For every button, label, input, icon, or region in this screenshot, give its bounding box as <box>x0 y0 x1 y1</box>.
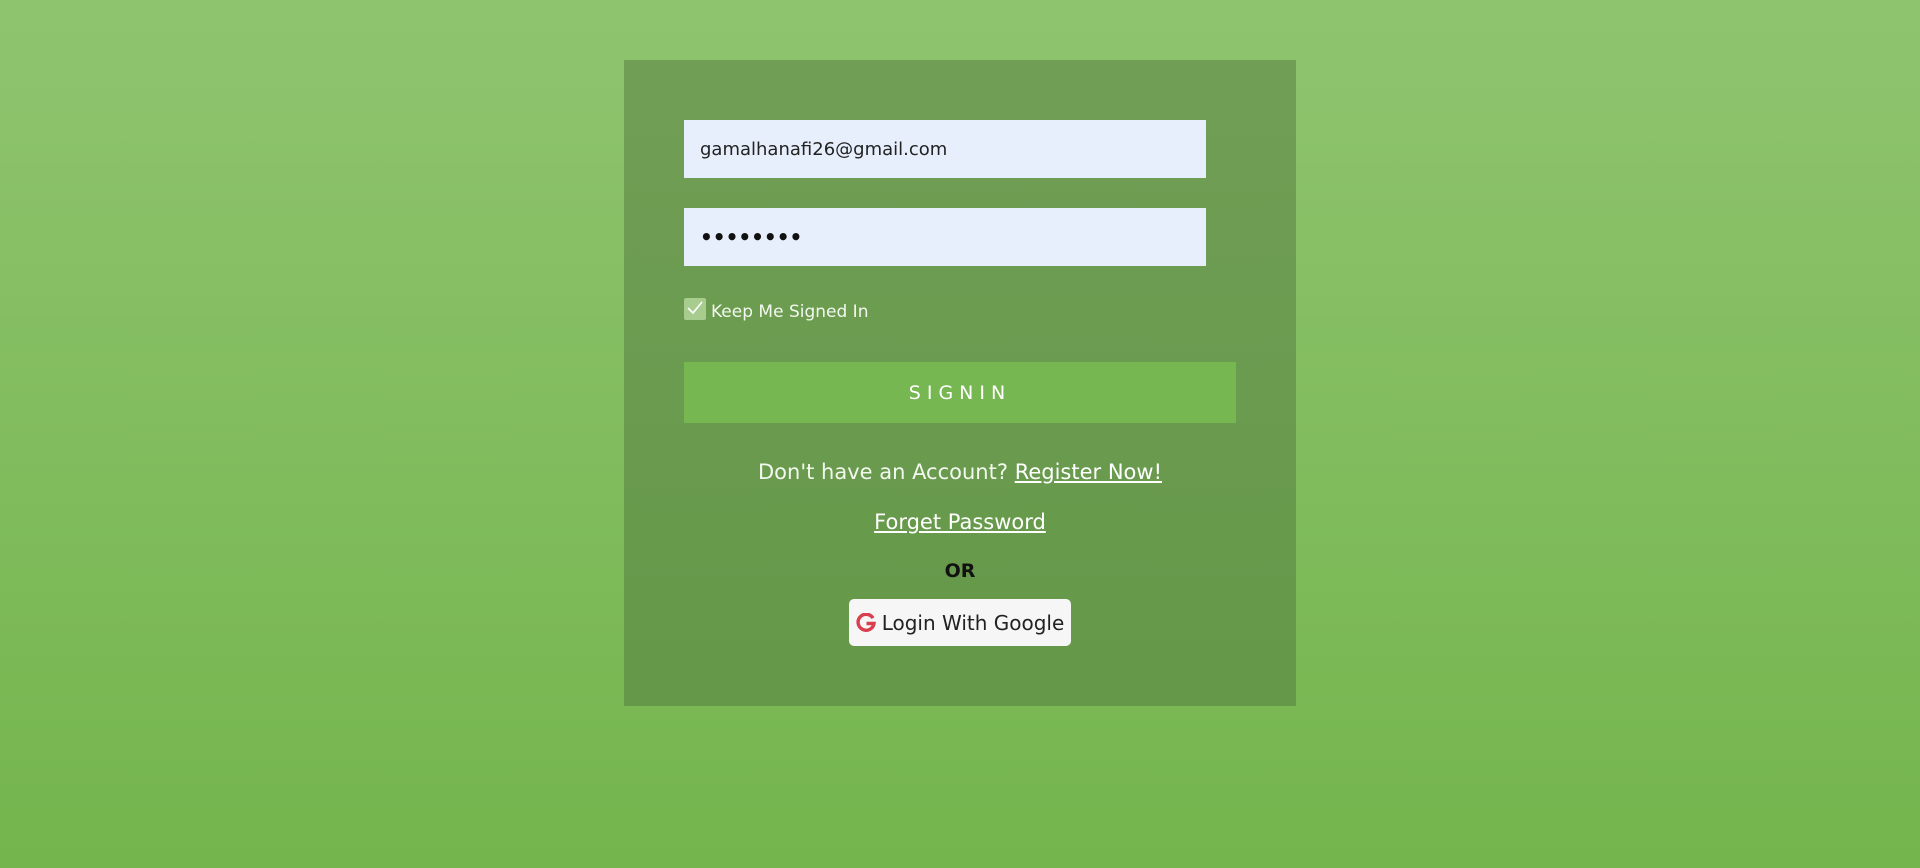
register-row: Don't have an Account? Register Now! <box>624 460 1296 484</box>
keep-signed-in-checkbox[interactable] <box>684 298 706 320</box>
signin-button[interactable]: SIGNIN <box>684 362 1236 423</box>
login-card: gamalhanafi26@gmail.com •••••••• Keep Me… <box>624 60 1296 706</box>
forgot-row: Forget Password <box>624 510 1296 534</box>
google-login-button[interactable]: Login With Google <box>849 599 1071 646</box>
checkmark-icon <box>687 301 703 315</box>
register-link[interactable]: Register Now! <box>1015 460 1162 484</box>
email-value: gamalhanafi26@gmail.com <box>700 138 948 160</box>
keep-signed-in-row: Keep Me Signed In <box>684 296 868 322</box>
no-account-text: Don't have an Account? <box>758 460 1009 484</box>
signin-button-label: SIGNIN <box>908 381 1012 404</box>
or-text: OR <box>944 560 976 582</box>
keep-signed-in-label: Keep Me Signed In <box>711 302 869 322</box>
email-field[interactable]: gamalhanafi26@gmail.com <box>684 120 1206 178</box>
google-login-label: Login With Google <box>881 610 1065 635</box>
password-value: •••••••• <box>700 225 803 249</box>
password-field[interactable]: •••••••• <box>684 208 1206 266</box>
google-g-icon <box>856 612 876 633</box>
forgot-password-link[interactable]: Forget Password <box>874 510 1046 534</box>
or-divider: OR <box>624 560 1296 582</box>
